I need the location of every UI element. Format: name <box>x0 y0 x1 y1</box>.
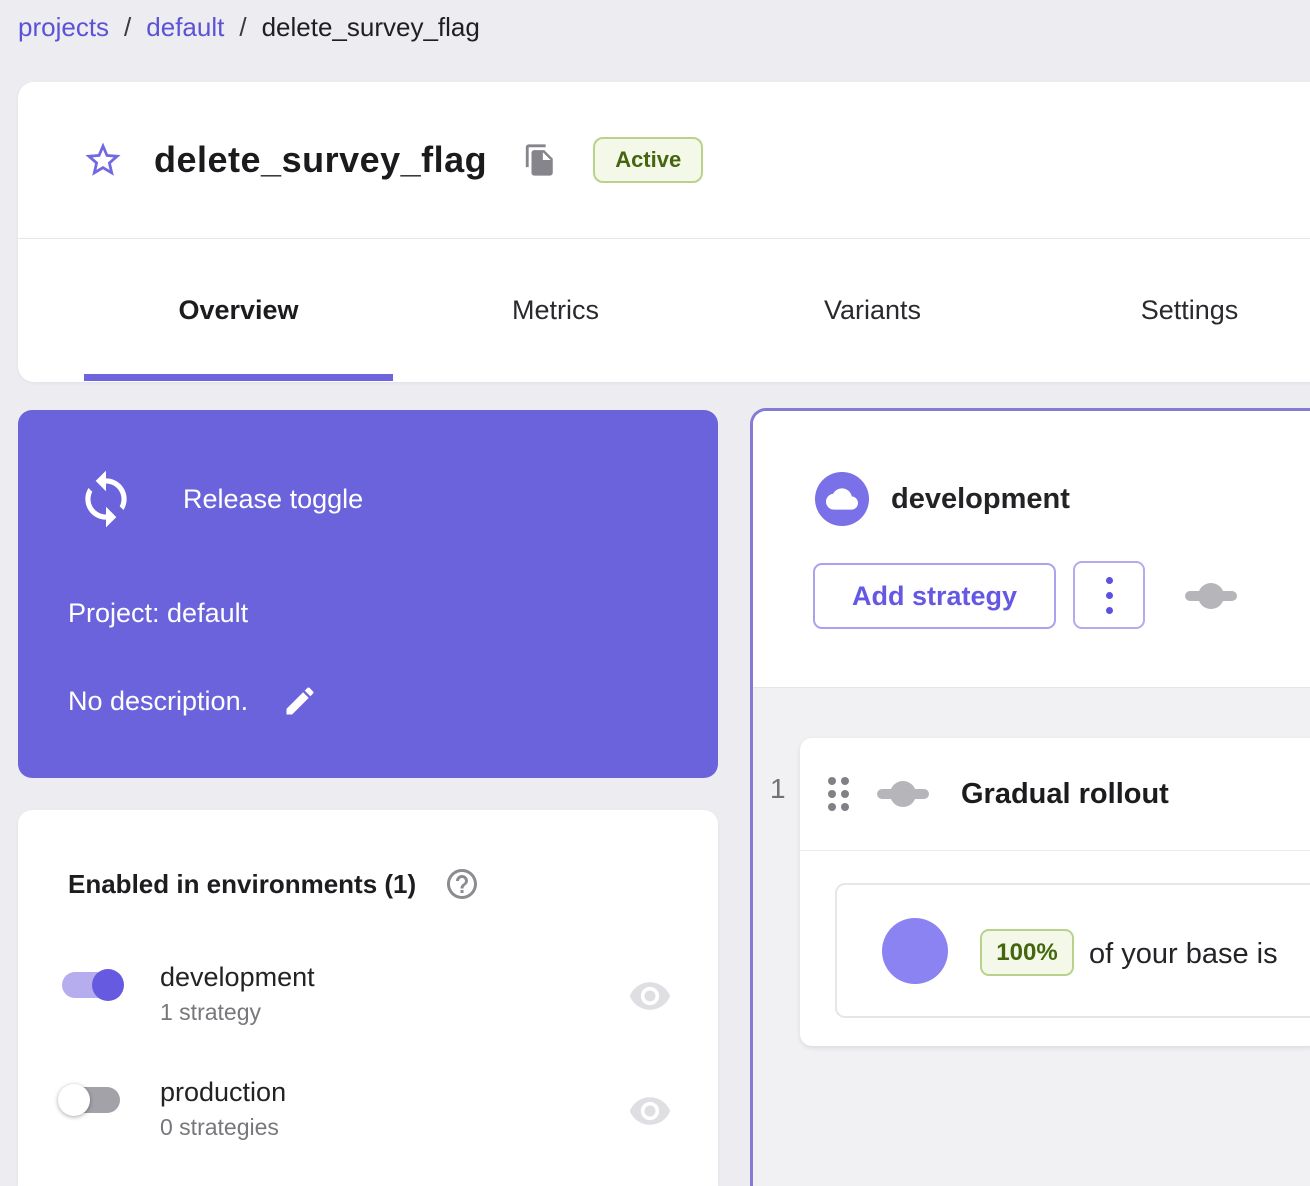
release-toggle-icon <box>75 468 137 530</box>
edit-description-icon[interactable] <box>282 683 318 719</box>
breadcrumb-current-flag: delete_survey_flag <box>262 12 480 43</box>
rollout-percentage-badge: 100% <box>980 929 1074 976</box>
flag-summary-card: Release toggle Project: default No descr… <box>18 410 718 778</box>
tab-variants[interactable]: Variants <box>714 239 1031 381</box>
gradual-rollout-icon <box>877 781 929 807</box>
environment-cloud-icon <box>815 472 869 526</box>
environment-row-production: production 0 strategies <box>18 1077 718 1167</box>
environment-accordion-header: development Add strategy <box>753 411 1310 688</box>
strategy-order-number: 1 <box>770 773 786 805</box>
drag-handle-icon[interactable] <box>828 777 849 811</box>
development-toggle[interactable] <box>62 972 120 998</box>
strategy-title: Gradual rollout <box>961 778 1169 811</box>
environment-strategy-count: 0 strategies <box>160 1114 286 1141</box>
environment-row-development: development 1 strategy <box>18 962 718 1052</box>
environment-accordion-development: development Add strategy 1 Gradual rollo… <box>750 408 1310 1186</box>
production-toggle[interactable] <box>62 1087 120 1113</box>
rollout-percentage-circle <box>882 918 948 984</box>
rollout-description-text: of your base is <box>1089 938 1278 971</box>
breadcrumb-link-project-default[interactable]: default <box>146 12 224 43</box>
strategy-card-header: Gradual rollout <box>800 738 1310 851</box>
flag-header-card: delete_survey_flag Active Overview Metri… <box>18 82 1310 382</box>
flag-title-row: delete_survey_flag Active <box>18 82 1310 239</box>
enabled-environments-title: Enabled in environments (1) <box>68 869 416 900</box>
breadcrumb: projects / default / delete_survey_flag <box>18 12 480 43</box>
enabled-environments-card: Enabled in environments (1) development … <box>18 810 718 1186</box>
favorite-star-icon[interactable] <box>82 139 124 181</box>
tab-metrics[interactable]: Metrics <box>397 239 714 381</box>
breadcrumb-link-projects[interactable]: projects <box>18 12 109 43</box>
visibility-eye-icon[interactable] <box>628 1089 672 1133</box>
active-tab-indicator <box>84 374 393 381</box>
help-icon[interactable] <box>444 866 480 902</box>
environment-strategy-count: 1 strategy <box>160 999 315 1026</box>
flag-type-label: Release toggle <box>183 484 363 515</box>
status-badge: Active <box>593 137 703 183</box>
strategy-card-gradual-rollout: Gradual rollout 100% of your base is <box>800 738 1310 1046</box>
visibility-eye-icon[interactable] <box>628 974 672 1018</box>
rollout-summary-box: 100% of your base is <box>835 883 1310 1018</box>
environment-name: production <box>160 1077 286 1108</box>
panel-environment-name: development <box>891 483 1070 516</box>
environment-name: development <box>160 962 315 993</box>
flag-tabs: Overview Metrics Variants Settings <box>18 239 1310 381</box>
tab-settings[interactable]: Settings <box>1031 239 1310 381</box>
environment-toggle-icon[interactable] <box>1185 583 1237 609</box>
breadcrumb-separator: / <box>124 12 131 43</box>
add-strategy-button[interactable]: Add strategy <box>813 563 1056 629</box>
copy-name-icon[interactable] <box>523 143 557 177</box>
more-actions-button[interactable] <box>1073 561 1145 629</box>
flag-description: No description. <box>68 686 248 717</box>
page-title: delete_survey_flag <box>154 139 487 181</box>
breadcrumb-separator: / <box>239 12 246 43</box>
tab-overview[interactable]: Overview <box>80 239 397 381</box>
flag-project-label: Project: default <box>68 598 248 629</box>
